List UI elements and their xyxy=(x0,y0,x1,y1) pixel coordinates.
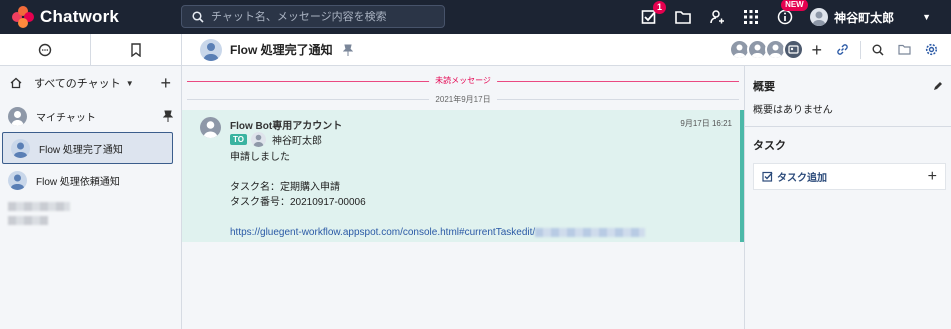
add-task-button[interactable]: タスク追加 + xyxy=(753,163,946,190)
plus-icon: + xyxy=(811,39,822,60)
summary-header: 概要 xyxy=(745,78,951,94)
top-bar: Chatwork 1 NEW 神谷町太郎 ▼ xyxy=(0,0,951,34)
sidebar-item-flow-request[interactable]: Flow 処理依頼通知 xyxy=(0,164,181,196)
room-name: Flow 処理依頼通知 xyxy=(36,176,120,188)
link-button[interactable] xyxy=(836,43,849,56)
add-member-button[interactable]: + xyxy=(811,41,822,59)
room-search-button[interactable] xyxy=(872,44,884,56)
unread-separator: 未読メッセージ xyxy=(182,76,744,86)
tab-bookmarks[interactable] xyxy=(91,34,181,65)
my-chat-avatar xyxy=(8,106,27,126)
room-name: Flow 処理完了通知 xyxy=(39,144,123,156)
task-check-icon xyxy=(762,171,773,182)
logo-text: Chatwork xyxy=(40,7,120,26)
gear-icon xyxy=(925,43,938,56)
task-count-badge: 1 xyxy=(653,1,667,14)
add-chat-button[interactable]: + xyxy=(160,74,171,92)
member-list[interactable] xyxy=(729,39,805,60)
left-sidebar: すべてのチャット ▼ + マイチャット Flow 処理完了通知 Flow 処理依… xyxy=(0,34,182,329)
chat-timeline[interactable]: 未読メッセージ 2021年9月17日 Flow Bot専用アカウント 9月17日… xyxy=(182,66,744,329)
pin-icon[interactable] xyxy=(342,44,353,56)
summary-text: 概要はありません xyxy=(753,105,833,116)
chatwork-logo-icon xyxy=(12,6,34,28)
chevron-down-icon: ▼ xyxy=(922,12,931,22)
message-timestamp: 9月17日 16:21 xyxy=(680,119,732,128)
apps-grid-button[interactable] xyxy=(741,7,761,27)
link-icon xyxy=(837,44,848,55)
search-icon xyxy=(872,44,884,56)
right-panel: 概要 概要はありません タスク タスク追加 + xyxy=(744,66,951,329)
date-separator: 2021年9月17日 xyxy=(182,94,744,105)
plus-icon: + xyxy=(927,167,937,185)
member-more-icon xyxy=(783,39,805,60)
task-header: タスク xyxy=(745,137,951,153)
user-menu[interactable]: 神谷町太郎 ▼ xyxy=(810,8,931,26)
mention-name: 神谷町太郎 xyxy=(271,136,322,147)
divider xyxy=(745,126,951,127)
room-avatar xyxy=(8,170,27,190)
redacted-room-item[interactable] xyxy=(0,196,181,231)
page-title: Flow 処理完了通知 xyxy=(230,43,333,57)
divider xyxy=(860,40,861,59)
home-icon xyxy=(10,77,22,89)
message-text: 申請しました タスク名：定期購入申請 タスク番号：20210917-00006 xyxy=(230,152,366,208)
apps-grid-icon xyxy=(744,10,759,24)
sender-avatar[interactable] xyxy=(200,117,221,138)
contacts-button[interactable] xyxy=(707,7,727,27)
chat-filter-dropdown[interactable]: すべてのチャット ▼ + xyxy=(0,66,181,100)
info-icon xyxy=(777,9,793,25)
sidebar-tabs xyxy=(0,34,181,66)
info-button[interactable]: NEW xyxy=(775,0,808,27)
bookmark-icon xyxy=(131,42,141,57)
new-badge: NEW xyxy=(781,0,808,11)
message-body: 申請しました タスク名：定期購入申請 タスク番号：20210917-00006 … xyxy=(230,150,646,240)
task-check-button[interactable]: 1 xyxy=(639,1,667,27)
chat-filter-label: すべてのチャット xyxy=(34,78,121,90)
chat-bubble-icon xyxy=(38,43,52,56)
message-item[interactable]: Flow Bot専用アカウント 9月17日 16:21 TO 神谷町太郎 申請し… xyxy=(182,110,744,242)
room-header-avatar xyxy=(200,38,222,61)
chevron-down-icon: ▼ xyxy=(125,78,134,88)
add-contact-icon xyxy=(710,10,725,24)
search-icon xyxy=(192,10,204,23)
to-badge: TO xyxy=(230,134,247,145)
search-input[interactable] xyxy=(211,10,431,23)
date-label: 2021年9月17日 xyxy=(429,95,497,104)
sidebar-item-flow-complete[interactable]: Flow 処理完了通知 xyxy=(2,132,173,164)
mention-avatar xyxy=(250,132,266,147)
room-header: Flow 処理完了通知 + xyxy=(182,34,951,66)
user-avatar xyxy=(810,8,829,26)
room-name: マイチャット xyxy=(36,112,96,124)
edit-pencil-icon[interactable] xyxy=(933,81,943,91)
room-avatar xyxy=(11,138,30,158)
add-task-label: タスク追加 xyxy=(777,173,827,184)
tab-chats[interactable] xyxy=(0,34,91,65)
redacted-link-part xyxy=(535,227,646,237)
user-name: 神谷町太郎 xyxy=(834,10,895,25)
room-settings-button[interactable] xyxy=(925,43,938,56)
sender-name[interactable]: Flow Bot専用アカウント xyxy=(230,117,342,132)
sidebar-item-my-chat[interactable]: マイチャット xyxy=(0,100,181,132)
unread-label: 未読メッセージ xyxy=(429,76,497,86)
room-files-button[interactable] xyxy=(898,44,911,55)
folder-icon xyxy=(898,44,911,55)
task-title: タスク xyxy=(753,140,786,152)
message-link[interactable]: https://gluegent-workflow.appspot.com/co… xyxy=(230,227,535,238)
pin-icon[interactable] xyxy=(163,110,173,122)
file-folder-button[interactable] xyxy=(673,7,693,27)
mention-row: TO 神谷町太郎 xyxy=(230,132,322,147)
folder-icon xyxy=(675,11,691,24)
summary-title: 概要 xyxy=(753,81,775,93)
chatwork-logo[interactable]: Chatwork xyxy=(12,6,172,28)
search-box[interactable] xyxy=(181,5,445,28)
